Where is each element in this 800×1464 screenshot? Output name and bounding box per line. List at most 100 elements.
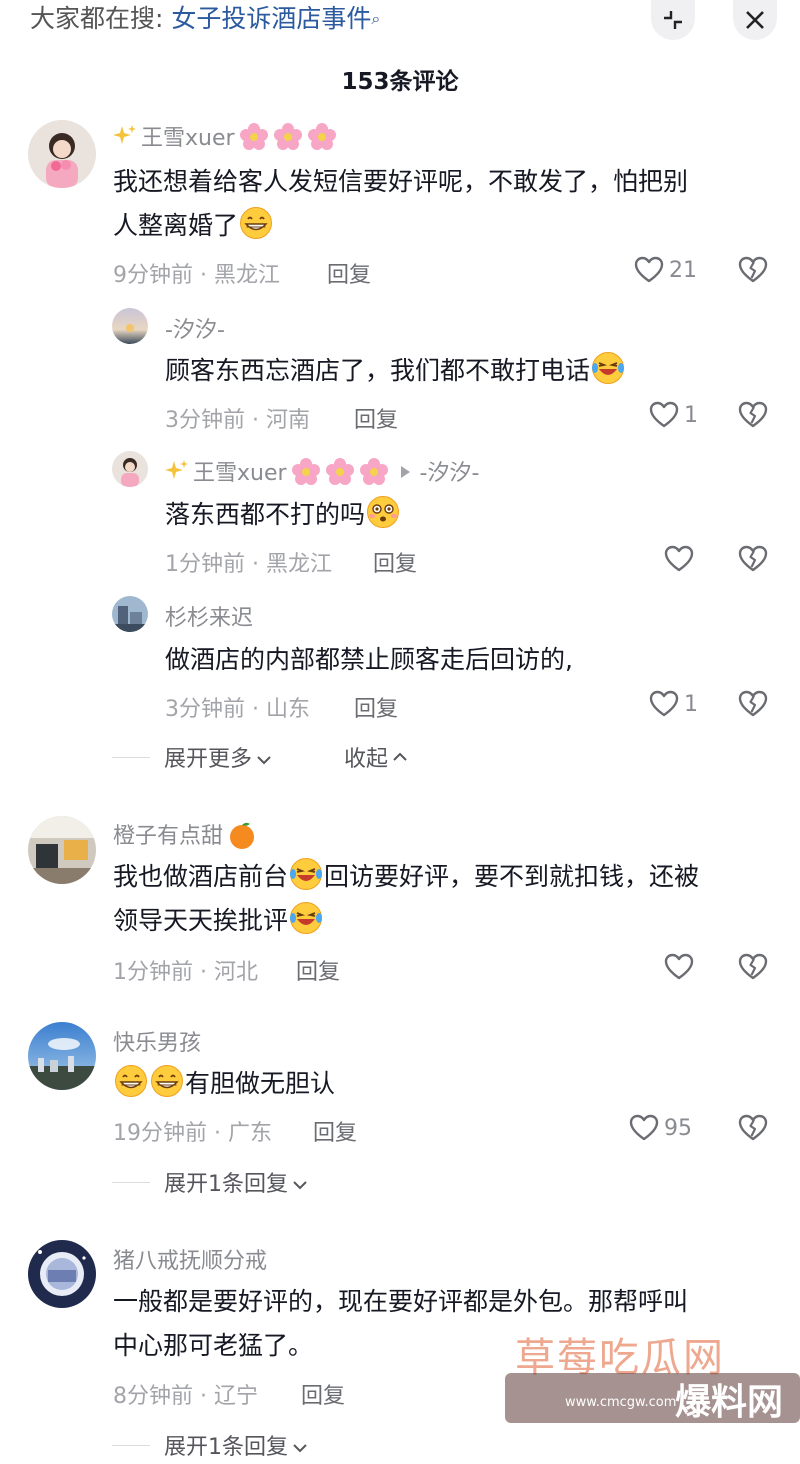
comment-meta: 1分钟前 · 河北 (113, 960, 258, 985)
close-button[interactable] (733, 0, 777, 40)
grin-emoji (114, 1064, 148, 1098)
top-bar: 大家都在搜: 女子投诉酒店事件⌕ (0, 0, 800, 40)
divider (112, 756, 150, 758)
reply-text: 顾客东西忘酒店了，我们都不敢打电话 (165, 349, 626, 393)
reply-button[interactable]: 回复 (354, 691, 398, 723)
dislike-heart-icon (737, 543, 769, 575)
dislike-heart-icon (737, 254, 769, 286)
heart-icon (633, 254, 665, 286)
comment-username[interactable]: 快乐男孩 (113, 1025, 201, 1057)
avatar[interactable] (28, 1240, 96, 1308)
dislike-button[interactable] (737, 254, 769, 290)
minimize-button[interactable] (651, 0, 695, 40)
dislike-button[interactable] (737, 1112, 769, 1148)
grin-emoji (239, 206, 273, 240)
flower-emoji (325, 457, 355, 487)
avatar[interactable] (28, 816, 96, 884)
dislike-heart-icon (737, 1112, 769, 1144)
flower-emoji (359, 457, 389, 487)
dislike-button[interactable] (737, 543, 769, 579)
comment-count-title: 153条评论 (341, 69, 459, 95)
reply-username[interactable]: -汐汐- (165, 312, 225, 344)
comment-text: 我还想着给客人发短信要好评呢，不敢发了，怕把别 人整离婚了 (113, 167, 689, 240)
dislike-button[interactable] (737, 688, 769, 724)
trending-search-hint[interactable]: 大家都在搜: 女子投诉酒店事件⌕ (30, 2, 380, 36)
laugh-cry-emoji (289, 901, 323, 935)
like-count: 21 (669, 257, 697, 283)
expand-more-button[interactable]: 展开更多 (164, 741, 272, 773)
reply-text: 做酒店的内部都禁止顾客走后回访的, (165, 645, 573, 674)
dislike-heart-icon (737, 951, 769, 983)
reply-meta: 3分钟前 · 山东 (165, 697, 310, 722)
close-icon (746, 11, 764, 29)
divider (112, 1444, 150, 1446)
divider (112, 1181, 150, 1183)
expand-replies-row: 展开1条回复 (112, 1166, 308, 1198)
search-icon: ⌕ (371, 9, 381, 28)
avatar[interactable] (112, 451, 148, 487)
collapse-button[interactable]: 收起 (344, 741, 408, 773)
flower-emoji (307, 122, 337, 152)
minimize-icon (664, 11, 682, 29)
expand-replies-row: 展开1条回复 (112, 1429, 308, 1461)
laugh-cry-emoji (591, 351, 625, 385)
like-count: 1 (684, 691, 698, 717)
comment-text: 我也做酒店前台 回访要好评，要不到就扣钱，还被 领导天天挨批评 (113, 855, 699, 943)
reply-to-arrow-icon (400, 466, 410, 478)
like-count: 95 (664, 1115, 692, 1141)
heart-icon (648, 688, 680, 720)
avatar[interactable] (112, 308, 148, 344)
comment-username[interactable]: 橙子有点甜 (113, 818, 257, 850)
reply-button[interactable]: 回复 (313, 1115, 357, 1147)
chevron-down-icon (293, 1444, 307, 1453)
expand-replies-button[interactable]: 展开1条回复 (164, 1166, 308, 1198)
flower-emoji (239, 122, 269, 152)
laugh-cry-emoji (289, 857, 323, 891)
expand-more-row: 展开更多 (112, 741, 272, 773)
reply-username-line: 王雪xuer -汐汐- (165, 455, 479, 487)
chevron-down-icon (293, 1181, 307, 1190)
sparkle-emoji (165, 459, 189, 483)
expand-replies-button[interactable]: 展开1条回复 (164, 1429, 308, 1461)
dislike-heart-icon (737, 399, 769, 431)
reply-button[interactable]: 回复 (373, 546, 417, 578)
flower-emoji (291, 457, 321, 487)
like-button[interactable]: 21 (633, 254, 697, 286)
trending-search-link[interactable]: 女子投诉酒店事件 (171, 4, 371, 33)
comment-meta: 8分钟前 · 辽宁 (113, 1384, 258, 1409)
comment-username[interactable]: 王雪xuer (113, 120, 337, 152)
sparkle-emoji (113, 124, 137, 148)
like-button[interactable]: 1 (648, 688, 698, 720)
like-button[interactable]: 1 (648, 399, 698, 431)
dislike-button[interactable] (737, 399, 769, 435)
site-watermark: 草莓吃瓜网 www.cmcgw.com 爆料网 (505, 1325, 800, 1464)
comment-meta: 19分钟前 · 广东 (113, 1121, 272, 1146)
flower-emoji (273, 122, 303, 152)
like-count: 1 (684, 402, 698, 428)
avatar[interactable] (112, 596, 148, 632)
avatar[interactable] (28, 120, 96, 188)
reply-to-username[interactable]: -汐汐- (420, 461, 480, 486)
reply-button[interactable]: 回复 (354, 402, 398, 434)
chevron-up-icon (393, 752, 407, 761)
reply-text: 落东西都不打的吗 (165, 493, 401, 537)
reply-button[interactable]: 回复 (296, 954, 340, 986)
dislike-button[interactable] (737, 951, 769, 987)
like-button[interactable] (663, 543, 695, 575)
reply-username[interactable]: 王雪xuer (193, 461, 287, 486)
reply-button[interactable]: 回复 (327, 257, 371, 289)
comment-username[interactable]: 猪八戒抚顺分戒 (113, 1243, 267, 1275)
like-button[interactable]: 95 (628, 1112, 692, 1144)
avatar[interactable] (28, 1022, 96, 1090)
dislike-heart-icon (737, 688, 769, 720)
heart-icon (628, 1112, 660, 1144)
heart-icon (663, 543, 695, 575)
like-button[interactable] (663, 951, 695, 983)
comment-text: 有胆做无胆认 (113, 1062, 335, 1106)
watermark-url: www.cmcgw.com (565, 1395, 677, 1410)
reply-username[interactable]: 杉杉来迟 (165, 600, 253, 632)
reply-meta: 1分钟前 · 黑龙江 (165, 552, 332, 577)
heart-icon (663, 951, 695, 983)
chevron-down-icon (257, 756, 271, 765)
reply-button[interactable]: 回复 (301, 1378, 345, 1410)
